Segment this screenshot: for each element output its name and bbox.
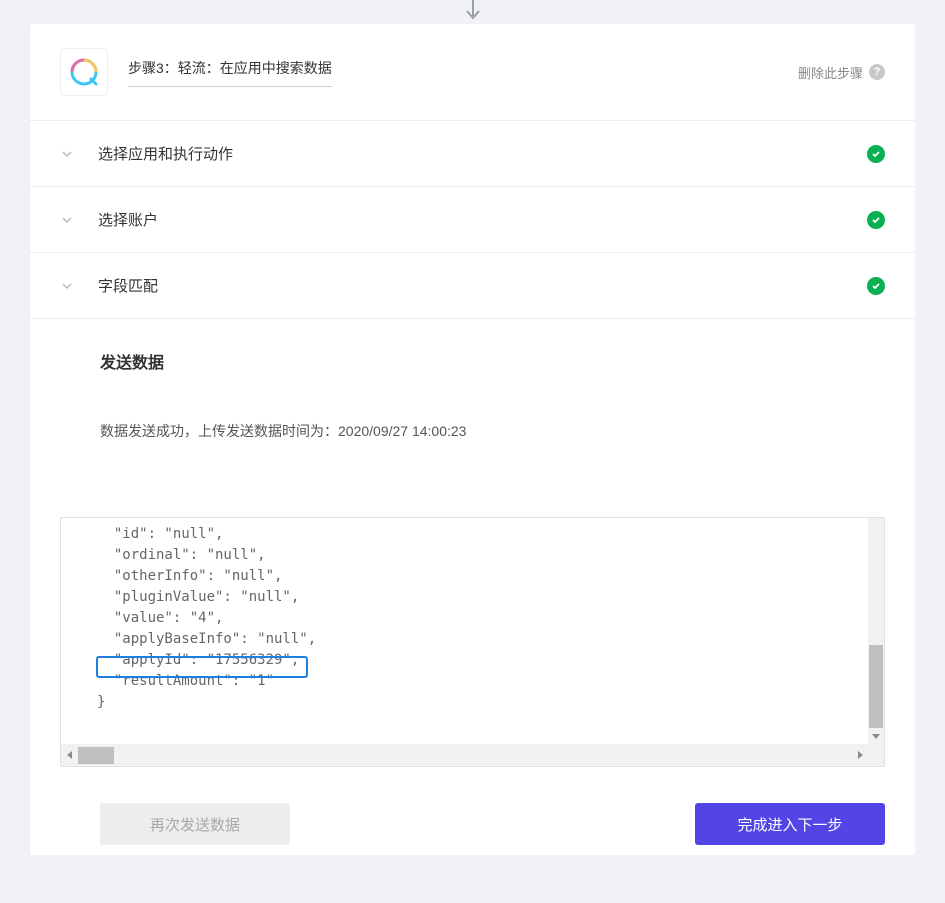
next-step-button[interactable]: 完成进入下一步 [695,803,885,845]
section-select-account[interactable]: 选择账户 [30,187,915,253]
chevron-down-icon [60,213,90,227]
chevron-down-icon [60,279,90,293]
delete-step-button[interactable]: 删除此步骤 ? [798,63,885,82]
footer-buttons: 再次发送数据 完成进入下一步 [30,767,915,855]
check-icon [867,145,885,163]
section-label: 选择应用和执行动作 [90,143,867,164]
horizontal-scrollbar[interactable] [61,744,884,766]
section-select-app[interactable]: 选择应用和执行动作 [30,121,915,187]
app-icon [60,48,108,96]
vertical-scrollbar[interactable] [868,518,884,746]
flow-arrow-icon [0,0,945,24]
section-field-match[interactable]: 字段匹配 [30,253,915,319]
send-data-message: 数据发送成功，上传发送数据时间为：2020/09/27 14:00:23 [100,421,885,441]
step-title[interactable]: 步骤3：轻流：在应用中搜索数据 [128,58,332,87]
scroll-left-arrow-icon[interactable] [61,744,78,766]
check-icon [867,211,885,229]
delete-step-label: 删除此步骤 [798,63,863,82]
code-content[interactable]: "id": "null", "ordinal": "null", "otherI… [61,518,884,746]
step-card: 步骤3：轻流：在应用中搜索数据 删除此步骤 ? 选择应用和执行动作 选择账户 字… [30,24,915,855]
resend-button[interactable]: 再次发送数据 [100,803,290,845]
scroll-down-arrow-icon[interactable] [868,728,884,744]
section-label: 选择账户 [90,209,867,230]
help-icon[interactable]: ? [869,64,885,80]
card-header: 步骤3：轻流：在应用中搜索数据 删除此步骤 ? [30,24,915,121]
scroll-right-arrow-icon[interactable] [851,744,868,766]
send-data-block: 发送数据 数据发送成功，上传发送数据时间为：2020/09/27 14:00:2… [30,319,915,517]
horizontal-scroll-thumb[interactable] [78,747,114,764]
check-icon [867,277,885,295]
response-code-box: "id": "null", "ordinal": "null", "otherI… [60,517,885,767]
send-data-title: 发送数据 [100,349,885,373]
section-label: 字段匹配 [90,275,867,296]
chevron-down-icon [60,147,90,161]
